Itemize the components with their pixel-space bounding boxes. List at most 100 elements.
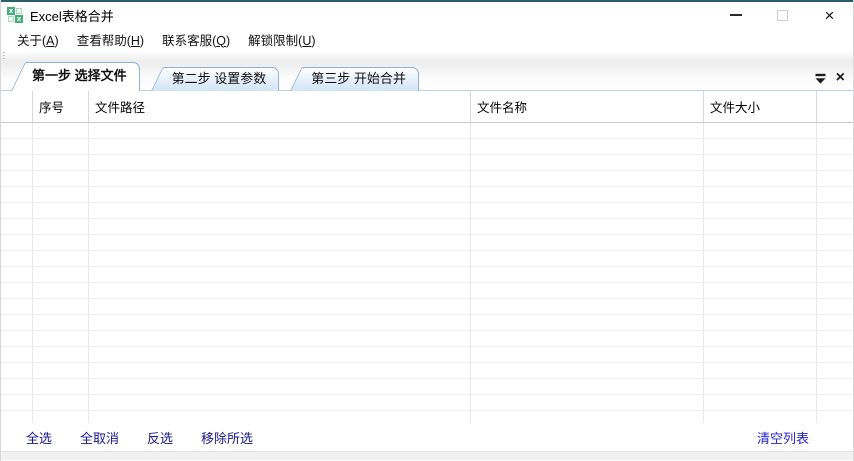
tab-label: 第一步 选择文件 <box>32 68 127 83</box>
cell-index <box>33 363 89 378</box>
cell-filler <box>817 123 853 138</box>
cell-filler <box>817 315 853 330</box>
cell-index <box>33 187 89 202</box>
cell-filler <box>817 379 853 394</box>
cell-index <box>33 331 89 346</box>
tabs: 第一步 选择文件 第二步 设置参数 第三步 开始合并 <box>11 62 430 91</box>
tab-step2-set-parameters[interactable]: 第二步 设置参数 <box>151 67 280 91</box>
title-bar: Excel表格合并 × <box>1 2 853 28</box>
tab-step3-start-merge[interactable]: 第三步 开始合并 <box>290 67 419 91</box>
cell-index <box>33 123 89 138</box>
cell-file-size <box>704 187 817 202</box>
table-row <box>1 283 853 299</box>
column-header-filler[interactable] <box>817 91 853 122</box>
cell-index <box>33 155 89 170</box>
table-row <box>1 347 853 363</box>
maximize-button[interactable] <box>759 2 806 28</box>
bottom-strip <box>1 451 853 460</box>
cell-checkbox <box>1 379 33 394</box>
table-row <box>1 411 853 423</box>
cell-file-path <box>89 331 471 346</box>
cell-file-path <box>89 347 471 362</box>
cell-checkbox <box>1 139 33 154</box>
table-row <box>1 123 853 139</box>
column-header-file-size[interactable]: 文件大小 <box>704 91 817 122</box>
menu-item-unlock-limit[interactable]: 解锁限制(U) <box>239 28 324 51</box>
cell-filler <box>817 171 853 186</box>
cell-file-name <box>471 299 704 314</box>
app-icon <box>7 7 23 23</box>
cell-file-size <box>704 235 817 250</box>
column-header-index[interactable]: 序号 <box>33 91 89 122</box>
cell-index <box>33 315 89 330</box>
table-row <box>1 203 853 219</box>
cell-file-size <box>704 315 817 330</box>
footer-link-select-all[interactable]: 全选 <box>26 428 52 447</box>
cell-filler <box>817 347 853 362</box>
cell-checkbox <box>1 347 33 362</box>
footer-link-clear-list[interactable]: 清空列表 <box>757 428 809 447</box>
menu-item-view-help[interactable]: 查看帮助(H) <box>68 28 153 51</box>
menu-bar: 关于(A) 查看帮助(H) 联系客服(Q) 解锁限制(U) <box>1 28 853 50</box>
cell-file-size <box>704 411 817 423</box>
footer-link-remove-selected[interactable]: 移除所选 <box>201 428 253 447</box>
cell-file-name <box>471 187 704 202</box>
cell-checkbox <box>1 331 33 346</box>
footer-link-invert-selection[interactable]: 反选 <box>147 428 173 447</box>
column-header-label: 文件名称 <box>477 101 528 115</box>
tab-close-icon[interactable]: × <box>836 70 845 86</box>
cell-file-name <box>471 315 704 330</box>
table-row <box>1 331 853 347</box>
cell-index <box>33 267 89 282</box>
column-header-file-name[interactable]: 文件名称 <box>471 91 704 122</box>
cell-file-name <box>471 235 704 250</box>
menu-item-label: 查看帮助( <box>76 33 131 48</box>
close-icon: × <box>824 5 835 25</box>
table-row <box>1 395 853 411</box>
footer-links: 全选 全取消 反选 移除所选 <box>26 428 253 447</box>
cell-checkbox <box>1 299 33 314</box>
menu-item-mnemonic: U <box>302 33 312 48</box>
tab-overflow-icon[interactable] <box>814 73 827 84</box>
menu-item-label: 解锁限制( <box>248 33 303 48</box>
cell-file-path <box>89 203 471 218</box>
cell-file-name <box>471 283 704 298</box>
tab-step1-select-files[interactable]: 第一步 选择文件 <box>11 62 140 91</box>
cell-file-path <box>89 315 471 330</box>
cell-file-name <box>471 155 704 170</box>
menu-item-mnemonic: Q <box>216 33 226 48</box>
menu-item-mnemonic: H <box>130 33 140 48</box>
cell-file-path <box>89 379 471 394</box>
table-row <box>1 171 853 187</box>
cell-filler <box>817 363 853 378</box>
close-button[interactable]: × <box>806 2 853 28</box>
cell-checkbox <box>1 251 33 266</box>
cell-file-size <box>704 283 817 298</box>
cell-file-size <box>704 139 817 154</box>
cell-index <box>33 219 89 234</box>
column-header-file-path[interactable]: 文件路径 <box>89 91 471 122</box>
footer-link-deselect-all[interactable]: 全取消 <box>80 428 119 447</box>
cell-file-path <box>89 299 471 314</box>
menu-item-label-suffix: ) <box>225 33 231 48</box>
table-row <box>1 219 853 235</box>
cell-file-path <box>89 123 471 138</box>
cell-file-size <box>704 203 817 218</box>
menu-item-label-suffix: ) <box>139 33 145 48</box>
cell-filler <box>817 155 853 170</box>
cell-filler <box>817 395 853 410</box>
window-title: Excel表格合并 <box>30 8 114 24</box>
cell-checkbox <box>1 411 33 423</box>
footer-bar: 全选 全取消 反选 移除所选 清空列表 <box>1 423 853 451</box>
table-row <box>1 315 853 331</box>
minimize-button[interactable] <box>712 2 759 28</box>
column-header-checkbox[interactable] <box>1 91 33 122</box>
cell-checkbox <box>1 155 33 170</box>
menu-item-about[interactable]: 关于(A) <box>8 28 68 51</box>
cell-file-size <box>704 171 817 186</box>
menu-item-contact-support[interactable]: 联系客服(Q) <box>153 28 239 51</box>
table-row <box>1 267 853 283</box>
cell-filler <box>817 219 853 234</box>
column-header-label: 序号 <box>39 101 65 115</box>
cell-file-name <box>471 251 704 266</box>
